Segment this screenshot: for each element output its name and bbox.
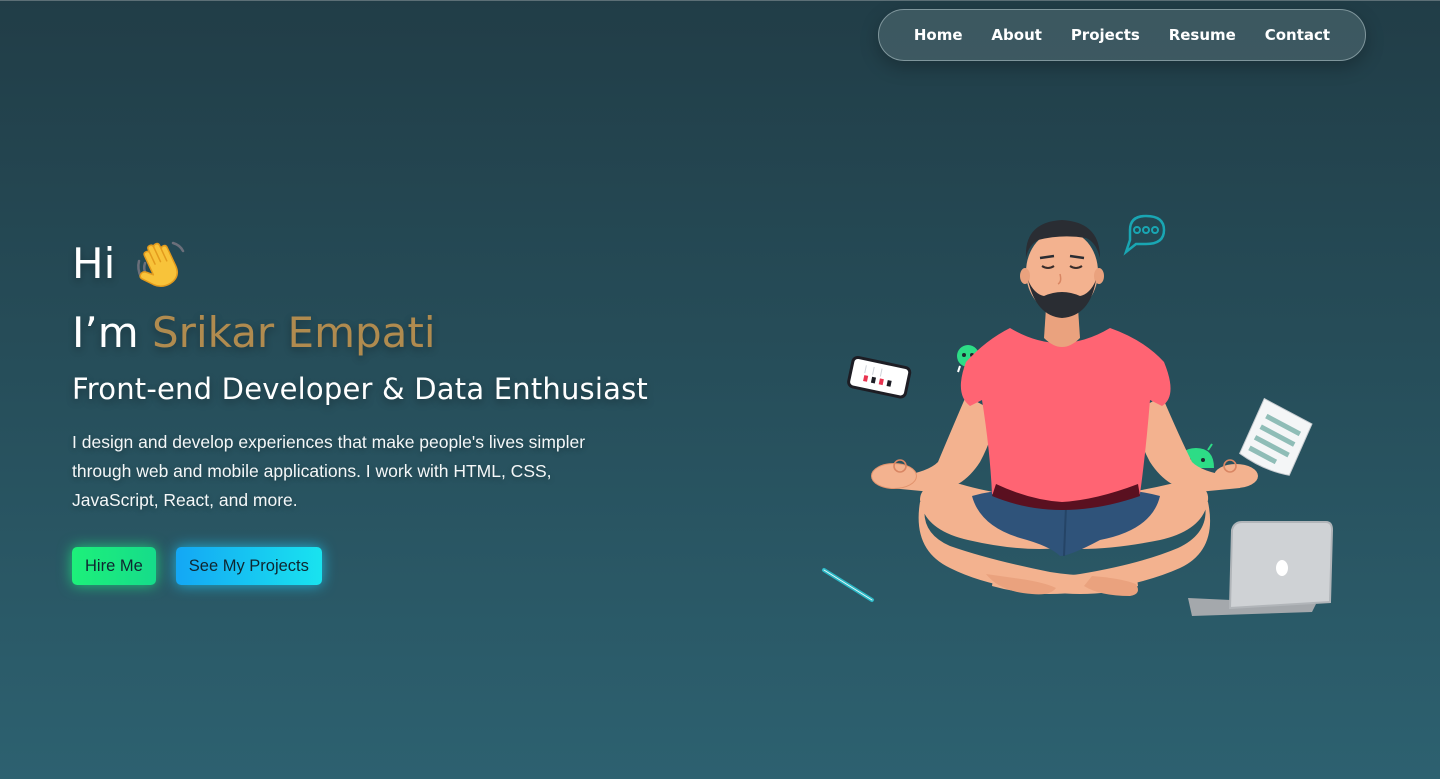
see-projects-button[interactable]: See My Projects <box>175 547 322 585</box>
chat-bubble-icon <box>1123 214 1166 256</box>
nav-home-link[interactable]: Home <box>912 22 965 48</box>
name-heading: I’m Srikar Empati <box>72 312 692 360</box>
waving-hand-icon <box>137 241 185 287</box>
top-border <box>0 0 1440 1</box>
main-nav: Home About Projects Resume Contact <box>878 9 1366 61</box>
pen-icon <box>822 568 874 602</box>
hire-me-button[interactable]: Hire Me <box>72 547 156 585</box>
nav-projects-link[interactable]: Projects <box>1069 22 1142 48</box>
role-subtitle: Front-end Developer & Data Enthusiast <box>72 372 648 406</box>
cta-buttons: Hire Me See My Projects <box>72 547 692 585</box>
intro-paragraph: I design and develop experiences that ma… <box>72 432 586 510</box>
name-highlight: Srikar Empati <box>152 308 436 357</box>
hero-section: Hi I’m Srikar Empati Front-end Developer… <box>72 240 692 585</box>
laptop-icon <box>1188 521 1334 616</box>
nav-resume-link[interactable]: Resume <box>1167 22 1238 48</box>
greeting-text: Hi <box>72 239 116 288</box>
person-figure <box>871 220 1258 596</box>
greeting-heading: Hi <box>72 240 692 288</box>
name-prefix: I’m <box>72 308 153 357</box>
meditating-developer-illustration <box>822 214 1334 616</box>
nav-about-link[interactable]: About <box>989 22 1044 48</box>
phone-icon <box>847 355 912 399</box>
nav-contact-link[interactable]: Contact <box>1263 22 1332 48</box>
